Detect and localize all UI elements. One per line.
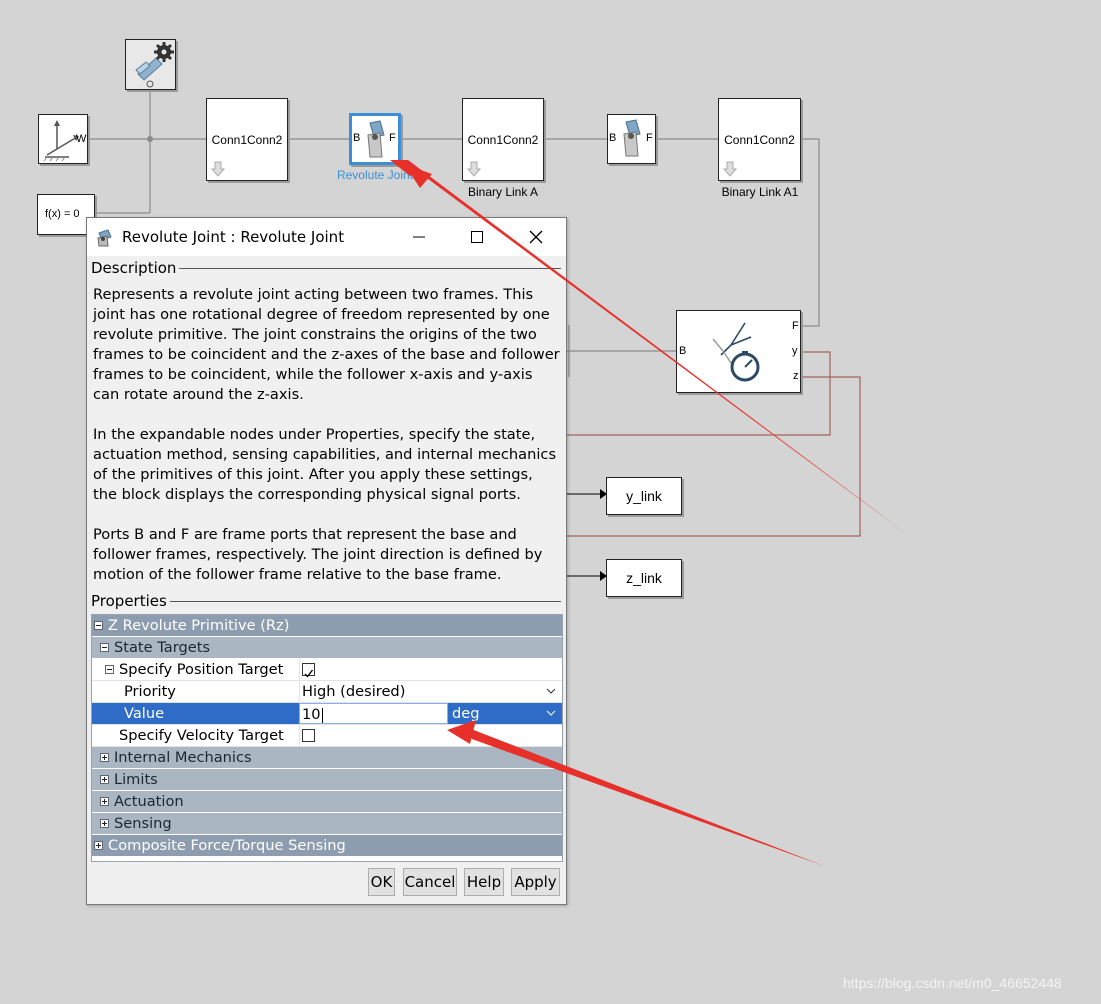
priority-value: High (desired) [302, 683, 406, 700]
expand-icon[interactable] [100, 774, 109, 784]
revolute-joint-icon [97, 229, 112, 247]
velocity-target-checkbox[interactable] [302, 728, 315, 742]
conn-block-1[interactable]: Conn1Conn2 [206, 98, 288, 181]
joint-port-f: F [646, 132, 653, 144]
revolute-joint-caption: Revolute Joint [336, 168, 414, 182]
expand-icon[interactable] [100, 796, 109, 806]
text-cursor [321, 707, 323, 723]
revolute-joint-icon [623, 119, 641, 157]
sensor-port-b: B [679, 345, 687, 357]
binary-link-a-caption: Binary Link A [467, 185, 539, 199]
tree-node-internal-mechanics[interactable]: Internal Mechanics [92, 747, 562, 769]
joint-port-f: F [389, 132, 396, 144]
chevron-down-icon [546, 710, 556, 716]
world-frame-port-label: W [76, 133, 87, 145]
expand-icon[interactable] [94, 840, 103, 850]
tree-node-specify-position-target[interactable]: Specify Position Target [92, 659, 562, 681]
watermark: https://blog.csdn.net/m0_46652448 [843, 975, 1062, 991]
properties-tree: Z Revolute Primitive (Rz) State Targets … [91, 614, 563, 862]
y-link-block[interactable]: y_link [606, 477, 682, 515]
close-button[interactable] [516, 222, 556, 252]
minimize-icon [413, 236, 425, 238]
description-heading: Description [91, 259, 180, 277]
expand-icon[interactable] [100, 818, 109, 828]
joint-port-b: B [353, 132, 361, 144]
priority-label: Priority [124, 683, 176, 700]
cancel-button[interactable]: Cancel [403, 868, 457, 896]
down-arrow-icon [467, 161, 481, 177]
dialog-titlebar[interactable]: Revolute Joint : Revolute Joint [87, 218, 566, 256]
maximize-icon [471, 231, 483, 243]
sensor-port-z: z [793, 370, 799, 382]
y-link-label: y_link [626, 488, 662, 504]
conn-label: Conn1Conn2 [467, 133, 539, 147]
help-button[interactable]: Help [464, 868, 504, 896]
z-link-label: z_link [626, 570, 662, 586]
tree-node-z-revolute-primitive[interactable]: Z Revolute Primitive (Rz) [92, 615, 562, 637]
collapse-icon[interactable] [105, 664, 114, 674]
value-label: Value [124, 705, 165, 722]
joint-port-b: B [609, 132, 617, 144]
tree-node-state-targets[interactable]: State Targets [92, 637, 562, 659]
block-parameters-dialog: Revolute Joint : Revolute Joint Descript… [86, 217, 567, 905]
properties-heading: Properties [91, 592, 170, 610]
priority-row[interactable]: Priority High (desired) [92, 681, 562, 703]
revolute-joint-block[interactable]: B F [349, 113, 401, 165]
checkmark-icon [304, 669, 314, 678]
revolute-joint-icon [367, 120, 385, 158]
tree-node-specify-velocity-target[interactable]: Specify Velocity Target [92, 725, 562, 747]
description-text: Represents a revolute joint acting betwe… [93, 285, 561, 585]
tree-node-composite-force-torque-sensing[interactable]: Composite Force/Torque Sensing [92, 835, 562, 857]
tree-node-limits[interactable]: Limits [92, 769, 562, 791]
position-target-checkbox[interactable] [302, 662, 315, 678]
value-row[interactable]: Value 10 deg [92, 703, 562, 725]
tree-node-actuation[interactable]: Actuation [92, 791, 562, 813]
close-icon [529, 230, 543, 244]
fx-label: f(x) = 0 [45, 208, 80, 220]
priority-dropdown[interactable]: High (desired) [299, 681, 560, 702]
solver-configuration-block[interactable] [125, 39, 176, 90]
conn-label: Conn1Conn2 [211, 133, 283, 147]
world-frame-block[interactable]: W [38, 114, 88, 164]
description-paragraph: Represents a revolute joint acting betwe… [93, 286, 560, 403]
description-paragraph: Ports B and F are frame ports that repre… [93, 526, 543, 583]
unit-dropdown[interactable]: deg [450, 703, 560, 724]
minimize-button[interactable] [399, 222, 439, 252]
transform-sensor-icon [712, 322, 760, 382]
description-paragraph: In the expandable nodes under Properties… [93, 426, 557, 503]
collapse-icon[interactable] [94, 620, 103, 630]
sensor-port-y: y [792, 345, 798, 357]
binary-link-a1-caption: Binary Link A1 [721, 185, 799, 199]
down-arrow-icon [723, 161, 737, 177]
maximize-button[interactable] [457, 222, 497, 252]
down-arrow-icon [211, 161, 225, 177]
revolute-joint-2-block[interactable]: B F [607, 114, 656, 164]
dialog-title: Revolute Joint : Revolute Joint [122, 228, 345, 246]
tree-node-sensing[interactable]: Sensing [92, 813, 562, 835]
sensor-port-f: F [792, 320, 799, 332]
conn-label: Conn1Conn2 [724, 133, 795, 147]
z-link-block[interactable]: z_link [606, 559, 682, 597]
ok-button[interactable]: OK [368, 868, 395, 896]
solver-config-icon [135, 42, 174, 88]
binary-link-a-block[interactable]: Conn1Conn2 [462, 98, 544, 181]
collapse-icon[interactable] [100, 642, 109, 652]
apply-button[interactable]: Apply [511, 868, 560, 896]
chevron-down-icon [546, 688, 556, 694]
transform-sensor-block[interactable]: B F y z [676, 310, 801, 393]
unit-value: deg [452, 705, 480, 722]
value-input[interactable]: 10 [299, 703, 448, 724]
binary-link-a1-block[interactable]: Conn1Conn2 [718, 98, 801, 181]
expand-icon[interactable] [100, 752, 109, 762]
